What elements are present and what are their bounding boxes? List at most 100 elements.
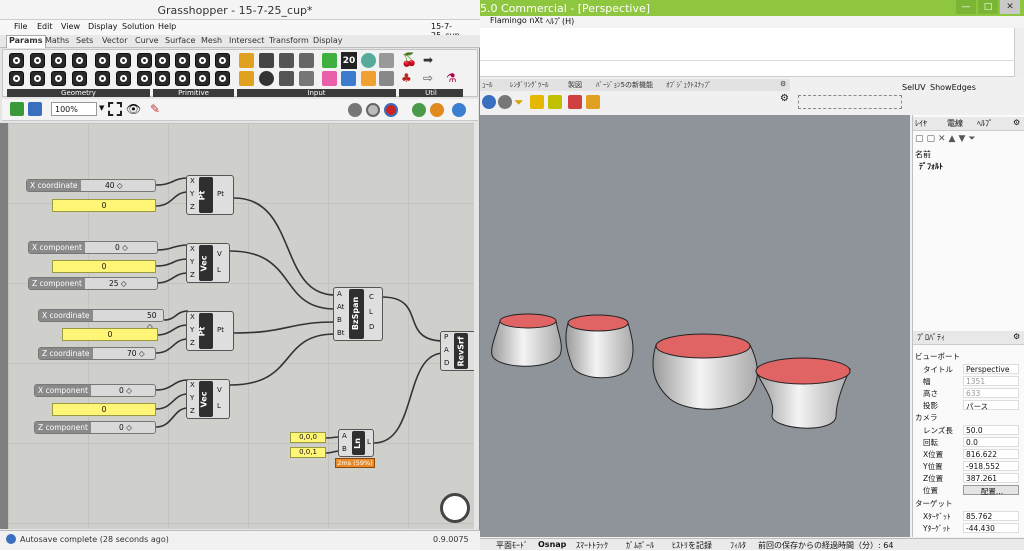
tab-params[interactable]: Params xyxy=(6,35,46,48)
shade-icon[interactable] xyxy=(498,95,512,109)
filter-icon[interactable]: ⏷ xyxy=(514,95,524,110)
slider-input-icon[interactable] xyxy=(239,53,254,68)
chevron-down-icon[interactable]: ▼ xyxy=(99,104,104,112)
navigation-compass-icon[interactable] xyxy=(440,493,470,523)
tab-intersect[interactable]: Intersect xyxy=(229,36,264,45)
param-icon[interactable] xyxy=(30,71,45,86)
command-history-area[interactable] xyxy=(480,28,1024,77)
save-file-icon[interactable] xyxy=(28,102,42,116)
preview-mesh-icon[interactable] xyxy=(452,103,466,117)
primitive-icon[interactable] xyxy=(155,53,170,68)
gradient-control-icon[interactable] xyxy=(341,71,356,86)
color-swatch-icon[interactable] xyxy=(322,53,337,68)
tab-tools[interactable]: ｭｰﾙ xyxy=(482,80,493,90)
vector-xyz-component[interactable]: X Y Z Vec V L xyxy=(186,243,230,283)
menu-display[interactable]: Display xyxy=(88,22,118,31)
prop-y-field[interactable]: -918.552 xyxy=(963,461,1019,471)
primitive-icon[interactable] xyxy=(175,71,190,86)
yellow-panel[interactable]: 0 xyxy=(52,199,156,212)
primitive-icon[interactable] xyxy=(175,53,190,68)
open-file-icon[interactable] xyxy=(10,102,24,116)
gh-canvas[interactable]: X coordinate 40 ◇ 0 X component 0 ◇ 0 Z … xyxy=(8,123,474,529)
preview-wire-icon[interactable] xyxy=(366,103,380,117)
cluster-icon[interactable]: ♣ xyxy=(401,71,412,85)
close-button[interactable]: ✕ xyxy=(1000,0,1020,14)
select-curves-icon[interactable] xyxy=(548,95,562,109)
toggle-input-icon[interactable] xyxy=(259,53,274,68)
primitive-icon[interactable] xyxy=(195,53,210,68)
tab-curve[interactable]: Curve xyxy=(135,36,159,45)
gear-icon[interactable]: ⚙ xyxy=(780,93,789,104)
menu-help[interactable]: ﾍﾙﾌﾟ(H) xyxy=(546,16,574,27)
button-input-icon[interactable] xyxy=(279,53,294,68)
tab-object-snap[interactable]: ｵﾌﾞｼﾞｪｸﾄｽﾅｯﾌﾟ xyxy=(666,80,712,90)
tab-drafting[interactable]: 製図 xyxy=(568,80,582,90)
ribbon-group-geometry[interactable]: Geometry xyxy=(7,89,150,97)
tab-transform[interactable]: Transform xyxy=(269,36,309,45)
status-planar[interactable]: 平面ﾓｰﾄﾞ xyxy=(496,540,528,551)
primitive-icon[interactable] xyxy=(215,71,230,86)
param-icon[interactable] xyxy=(137,71,152,86)
tab-sets[interactable]: Sets xyxy=(76,36,93,45)
param-icon[interactable] xyxy=(51,53,66,68)
perspective-viewport[interactable] xyxy=(480,115,910,537)
preview-off-icon[interactable] xyxy=(348,103,362,117)
param-icon[interactable] xyxy=(116,71,131,86)
gear-icon[interactable]: ⚙ xyxy=(780,80,786,88)
show-edges-button[interactable]: ShowEdges xyxy=(930,83,976,92)
preview-shaded-icon[interactable] xyxy=(384,103,398,117)
vector-xyz-component[interactable]: X Y Z Vec V L xyxy=(186,379,230,419)
prop-target-y-field[interactable]: -44.430 xyxy=(963,523,1019,533)
prop-projection-select[interactable]: パース xyxy=(963,400,1019,411)
param-icon[interactable] xyxy=(51,71,66,86)
param-icon[interactable] xyxy=(95,71,110,86)
gradient-icon[interactable] xyxy=(361,53,376,68)
ribbon-group-util[interactable]: Util xyxy=(399,89,463,97)
gear-icon[interactable]: ⚙ xyxy=(1013,118,1020,127)
status-smarttrack[interactable]: ｽﾏｰﾄﾄﾗｯｸ xyxy=(576,540,608,551)
param-icon[interactable] xyxy=(95,53,110,68)
tab-rendering-tools[interactable]: ﾚﾝﾀﾞﾘﾝｸﾞﾂｰﾙ xyxy=(510,80,549,90)
layer-tool-icons[interactable]: ▢▢✕▲▼⏷ xyxy=(915,134,1023,146)
eye-icon[interactable]: 👁 xyxy=(126,102,141,116)
calendar-input-icon[interactable]: 20 xyxy=(341,52,357,69)
x-component-slider[interactable]: X component 0 ◇ xyxy=(28,241,158,254)
gear-icon[interactable]: ⚙ xyxy=(1013,332,1020,341)
select-surfaces-icon[interactable] xyxy=(568,95,582,109)
primitive-icon[interactable] xyxy=(155,71,170,86)
flask-icon[interactable]: ⚗ xyxy=(446,71,457,85)
prop-lens-field[interactable]: 50.0 xyxy=(963,425,1019,435)
curve-tools-icons[interactable] xyxy=(798,95,902,109)
value-list-icon[interactable] xyxy=(279,71,294,86)
knob-input-icon[interactable] xyxy=(259,71,274,86)
relay-arrow-icon[interactable]: ⇨ xyxy=(423,71,433,85)
slider-input-icon[interactable] xyxy=(239,71,254,86)
minimize-button[interactable]: — xyxy=(956,0,976,14)
point-panel[interactable]: 0,0,1 xyxy=(290,447,326,458)
prop-z-field[interactable]: 387.261 xyxy=(963,473,1019,483)
status-osnap[interactable]: Osnap xyxy=(538,540,566,549)
graph-mapper-icon[interactable] xyxy=(379,53,394,68)
yellow-panel[interactable]: 0 xyxy=(52,403,156,416)
menu-edit[interactable]: Edit xyxy=(37,22,53,31)
tab-vector[interactable]: Vector xyxy=(102,36,128,45)
prop-title-field[interactable]: Perspective xyxy=(963,364,1019,374)
command-scrollbar[interactable] xyxy=(1014,28,1024,77)
zoom-extents-icon[interactable] xyxy=(108,102,122,116)
tab-whats-new[interactable]: ﾊﾞｰｼﾞｮﾝ5の新機能 xyxy=(596,80,653,90)
param-icon[interactable] xyxy=(137,53,152,68)
place-button[interactable]: 配置... xyxy=(963,485,1019,496)
tab-mesh[interactable]: Mesh xyxy=(201,36,222,45)
z-component-slider[interactable]: Z component 25 ◇ xyxy=(28,277,158,290)
construct-point-component[interactable]: X Y Z Pt Pt xyxy=(186,311,234,351)
menu-file[interactable]: File xyxy=(14,22,27,31)
status-history[interactable]: ﾋｽﾄﾘを記録 xyxy=(672,540,712,551)
revolution-surface-component[interactable]: P A D RevSrf xyxy=(440,331,474,371)
prop-rotation-field[interactable]: 0.0 xyxy=(963,437,1019,447)
z-coordinate-slider[interactable]: Z coordinate 70 ◇ xyxy=(38,347,156,360)
select-meshes-icon[interactable] xyxy=(586,95,600,109)
param-icon[interactable] xyxy=(116,53,131,68)
yellow-panel[interactable]: 0 xyxy=(62,328,158,341)
sel-uv-button[interactable]: SelUV xyxy=(902,83,926,92)
primitive-icon[interactable] xyxy=(215,53,230,68)
